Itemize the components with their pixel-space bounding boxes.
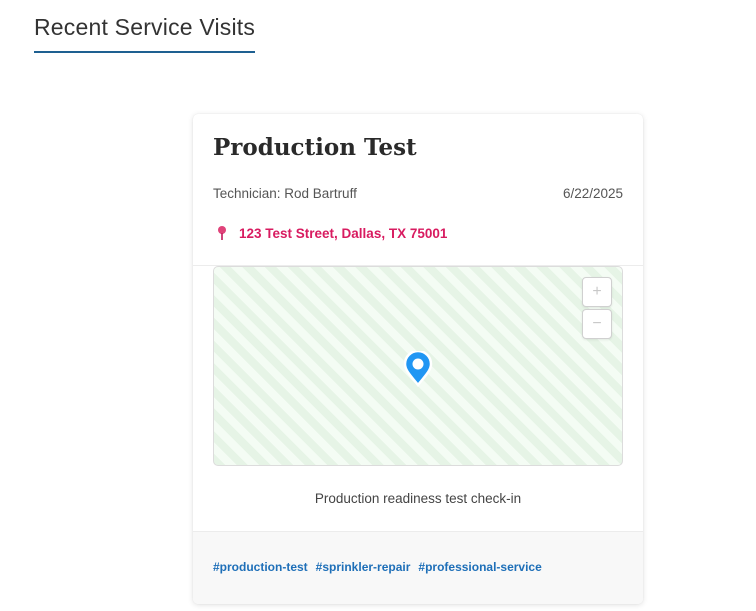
visit-address[interactable]: 123 Test Street, Dallas, TX 75001	[215, 225, 447, 241]
visit-title: Production Test	[213, 134, 417, 161]
card-footer: #production-test #sprinkler-repair #prof…	[193, 531, 643, 604]
tag-link[interactable]: #professional-service	[418, 560, 541, 574]
tag-link[interactable]: #sprinkler-repair	[316, 560, 411, 574]
tag-list: #production-test #sprinkler-repair #prof…	[213, 560, 542, 574]
visit-note: Production readiness test check-in	[314, 491, 522, 506]
tag-link[interactable]: #production-test	[213, 560, 308, 574]
zoom-out-button[interactable]: −	[582, 309, 612, 339]
page-header: Recent Service Visits	[34, 14, 256, 53]
page-title: Recent Service Visits	[34, 14, 256, 53]
service-visit-card: Production Test Technician: Rod Bartruff…	[193, 114, 643, 604]
map-pin-icon[interactable]	[403, 351, 433, 387]
visit-date: 6/22/2025	[562, 186, 623, 201]
address-text: 123 Test Street, Dallas, TX 75001	[239, 225, 448, 241]
visit-meta: Technician: Rod Bartruff 6/22/2025	[213, 186, 623, 201]
technician-label: Technician: Rod Bartruff	[213, 186, 357, 201]
zoom-in-button[interactable]: +	[582, 277, 612, 307]
map-view[interactable]: + −	[213, 266, 623, 466]
location-pin-icon	[218, 226, 226, 240]
